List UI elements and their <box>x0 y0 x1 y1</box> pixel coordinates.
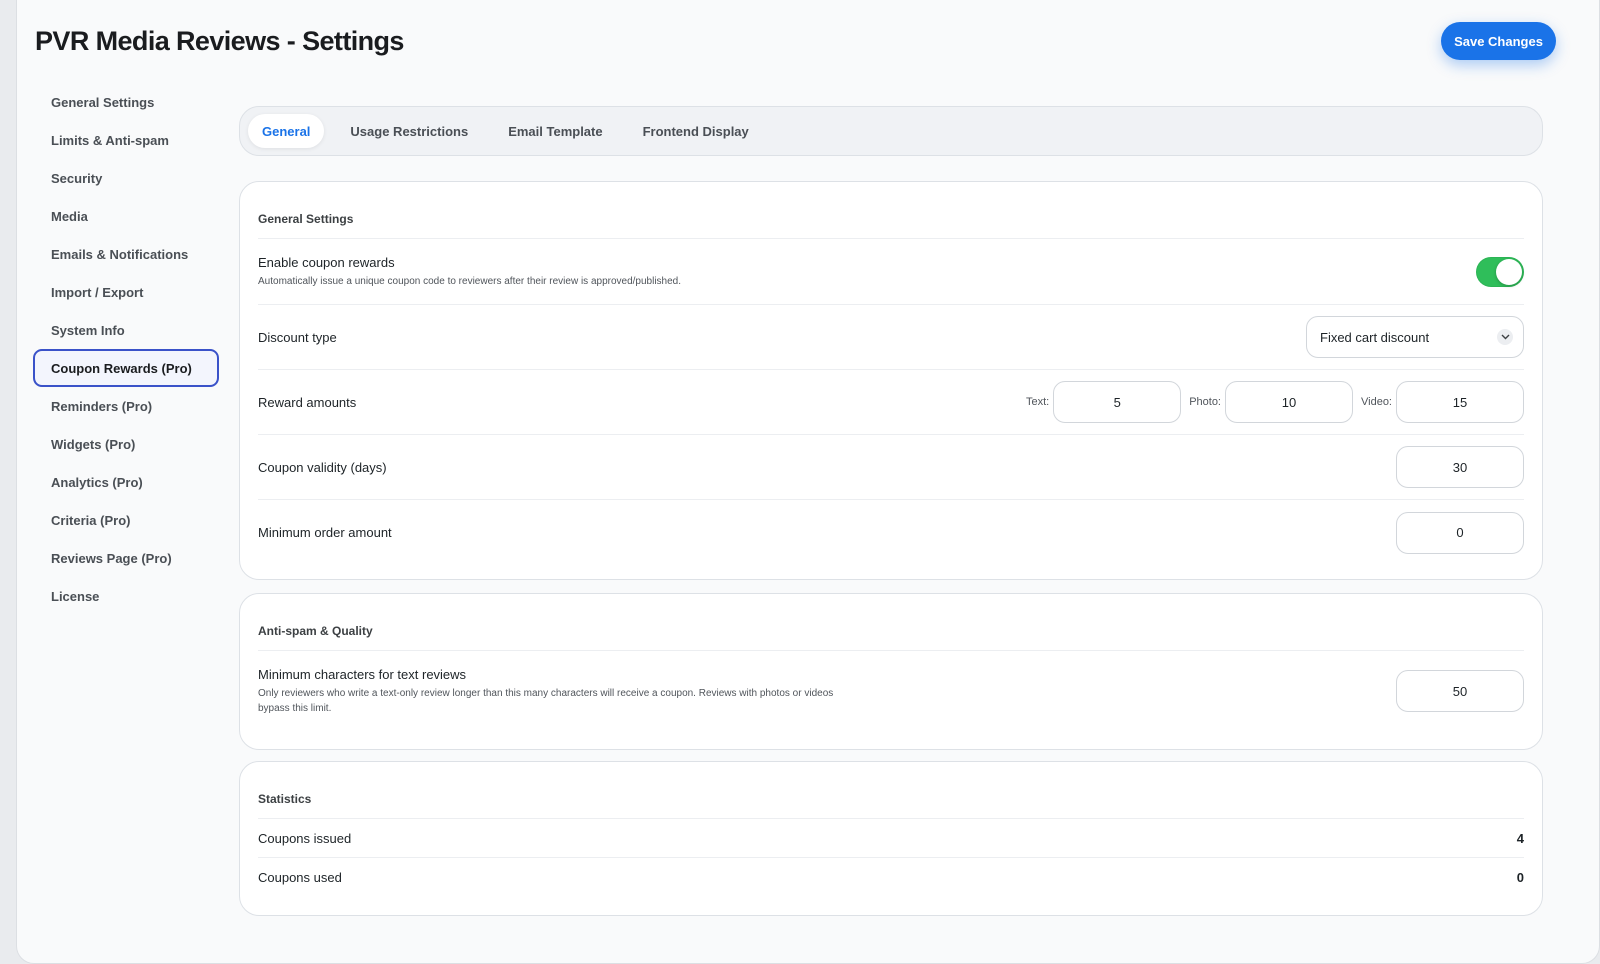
discount-type-row: Discount type Fixed cart discount <box>258 305 1524 370</box>
min-chars-label: Minimum characters for text reviews <box>258 666 467 682</box>
enable-coupon-description: Automatically issue a unique coupon code… <box>258 275 682 287</box>
sidebar-item-criteria[interactable]: Criteria (Pro) <box>33 501 219 539</box>
general-settings-card: General Settings Enable coupon rewards A… <box>239 181 1543 580</box>
tab-frontend-display[interactable]: Frontend Display <box>629 114 763 148</box>
min-chars-input[interactable]: 50 <box>1396 670 1524 712</box>
settings-sidebar: General Settings Limits & Anti-spam Secu… <box>33 83 219 615</box>
coupons-used-label: Coupons used <box>258 870 342 885</box>
sidebar-item-coupon-rewards[interactable]: Coupon Rewards (Pro) <box>33 349 219 387</box>
tab-general[interactable]: General <box>248 114 325 148</box>
discount-type-label: Discount type <box>258 329 337 345</box>
coupons-issued-row: Coupons issued 4 <box>258 819 1524 858</box>
discount-type-select[interactable]: Fixed cart discount <box>1306 316 1524 358</box>
card-title: Anti-spam & Quality <box>258 594 1524 651</box>
minimum-order-input[interactable]: 0 <box>1396 511 1524 554</box>
statistics-card: Statistics Coupons issued 4 Coupons used… <box>239 761 1543 916</box>
card-title: Statistics <box>258 762 1524 819</box>
reward-amounts-label: Reward amounts <box>258 394 357 410</box>
tab-usage-restrictions[interactable]: Usage Restrictions <box>336 114 482 148</box>
sidebar-item-analytics[interactable]: Analytics (Pro) <box>33 463 219 501</box>
sidebar-item-security[interactable]: Security <box>33 159 219 197</box>
sidebar-item-import-export[interactable]: Import / Export <box>33 273 219 311</box>
video-reward-input[interactable]: 15 <box>1396 381 1524 423</box>
min-chars-description-line: Only reviewers who write a text-only rev… <box>258 687 834 699</box>
coupons-used-value: 0 <box>1516 870 1524 885</box>
text-reward-label: Text: <box>1025 396 1050 408</box>
settings-window: PVR Media Reviews - Settings Save Change… <box>16 0 1600 964</box>
card-title: General Settings <box>258 182 1524 239</box>
coupon-validity-row: Coupon validity (days) 30 <box>258 435 1524 500</box>
min-chars-row: Minimum characters for text reviews Only… <box>258 651 1524 731</box>
discount-type-value: Fixed cart discount <box>1320 329 1430 345</box>
reward-amounts-group: Text: 5 Photo: 10 Video: 15 <box>1018 381 1524 423</box>
page-title: PVR Media Reviews - Settings <box>35 26 404 56</box>
min-chars-description-line: bypass this limit. <box>258 702 332 714</box>
video-reward-label: Video: <box>1361 396 1392 408</box>
sidebar-item-reminders[interactable]: Reminders (Pro) <box>33 387 219 425</box>
reward-amounts-row: Reward amounts Text: 5 Photo: 10 Video: … <box>258 370 1524 435</box>
enable-coupon-label: Enable coupon rewards <box>258 254 395 270</box>
toggle-knob <box>1496 258 1522 285</box>
text-reward-input[interactable]: 5 <box>1053 381 1182 423</box>
enable-coupon-row: Enable coupon rewards Automatically issu… <box>258 239 1524 305</box>
photo-reward-label: Photo: <box>1189 396 1221 408</box>
minimum-order-label: Minimum order amount <box>258 525 392 540</box>
sidebar-item-license[interactable]: License <box>33 577 219 615</box>
coupons-issued-label: Coupons issued <box>258 830 352 846</box>
min-chars-description: Only reviewers who write a text-only rev… <box>258 686 833 716</box>
minimum-order-row: Minimum order amount 0 <box>258 500 1524 565</box>
save-changes-button[interactable]: Save Changes <box>1441 22 1556 60</box>
sidebar-item-widgets[interactable]: Widgets (Pro) <box>33 425 219 463</box>
antispam-card: Anti-spam & Quality Minimum characters f… <box>239 593 1543 750</box>
coupons-used-row: Coupons used 0 <box>258 858 1524 897</box>
enable-coupon-toggle[interactable] <box>1476 256 1524 287</box>
settings-tabs: General Usage Restrictions Email Templat… <box>239 106 1543 156</box>
tab-email-template[interactable]: Email Template <box>494 114 616 148</box>
sidebar-item-media[interactable]: Media <box>33 197 219 235</box>
chevron-down-icon <box>1497 329 1513 345</box>
sidebar-item-limits-anti-spam[interactable]: Limits & Anti-spam <box>33 121 219 159</box>
coupon-validity-input[interactable]: 30 <box>1396 446 1524 488</box>
coupons-issued-value: 4 <box>1516 830 1524 846</box>
sidebar-item-general-settings[interactable]: General Settings <box>33 83 219 121</box>
coupon-validity-label: Coupon validity (days) <box>258 459 387 475</box>
sidebar-item-emails-notifications[interactable]: Emails & Notifications <box>33 235 219 273</box>
sidebar-item-reviews-page[interactable]: Reviews Page (Pro) <box>33 539 219 577</box>
photo-reward-input[interactable]: 10 <box>1225 381 1353 423</box>
sidebar-item-system-info[interactable]: System Info <box>33 311 219 349</box>
